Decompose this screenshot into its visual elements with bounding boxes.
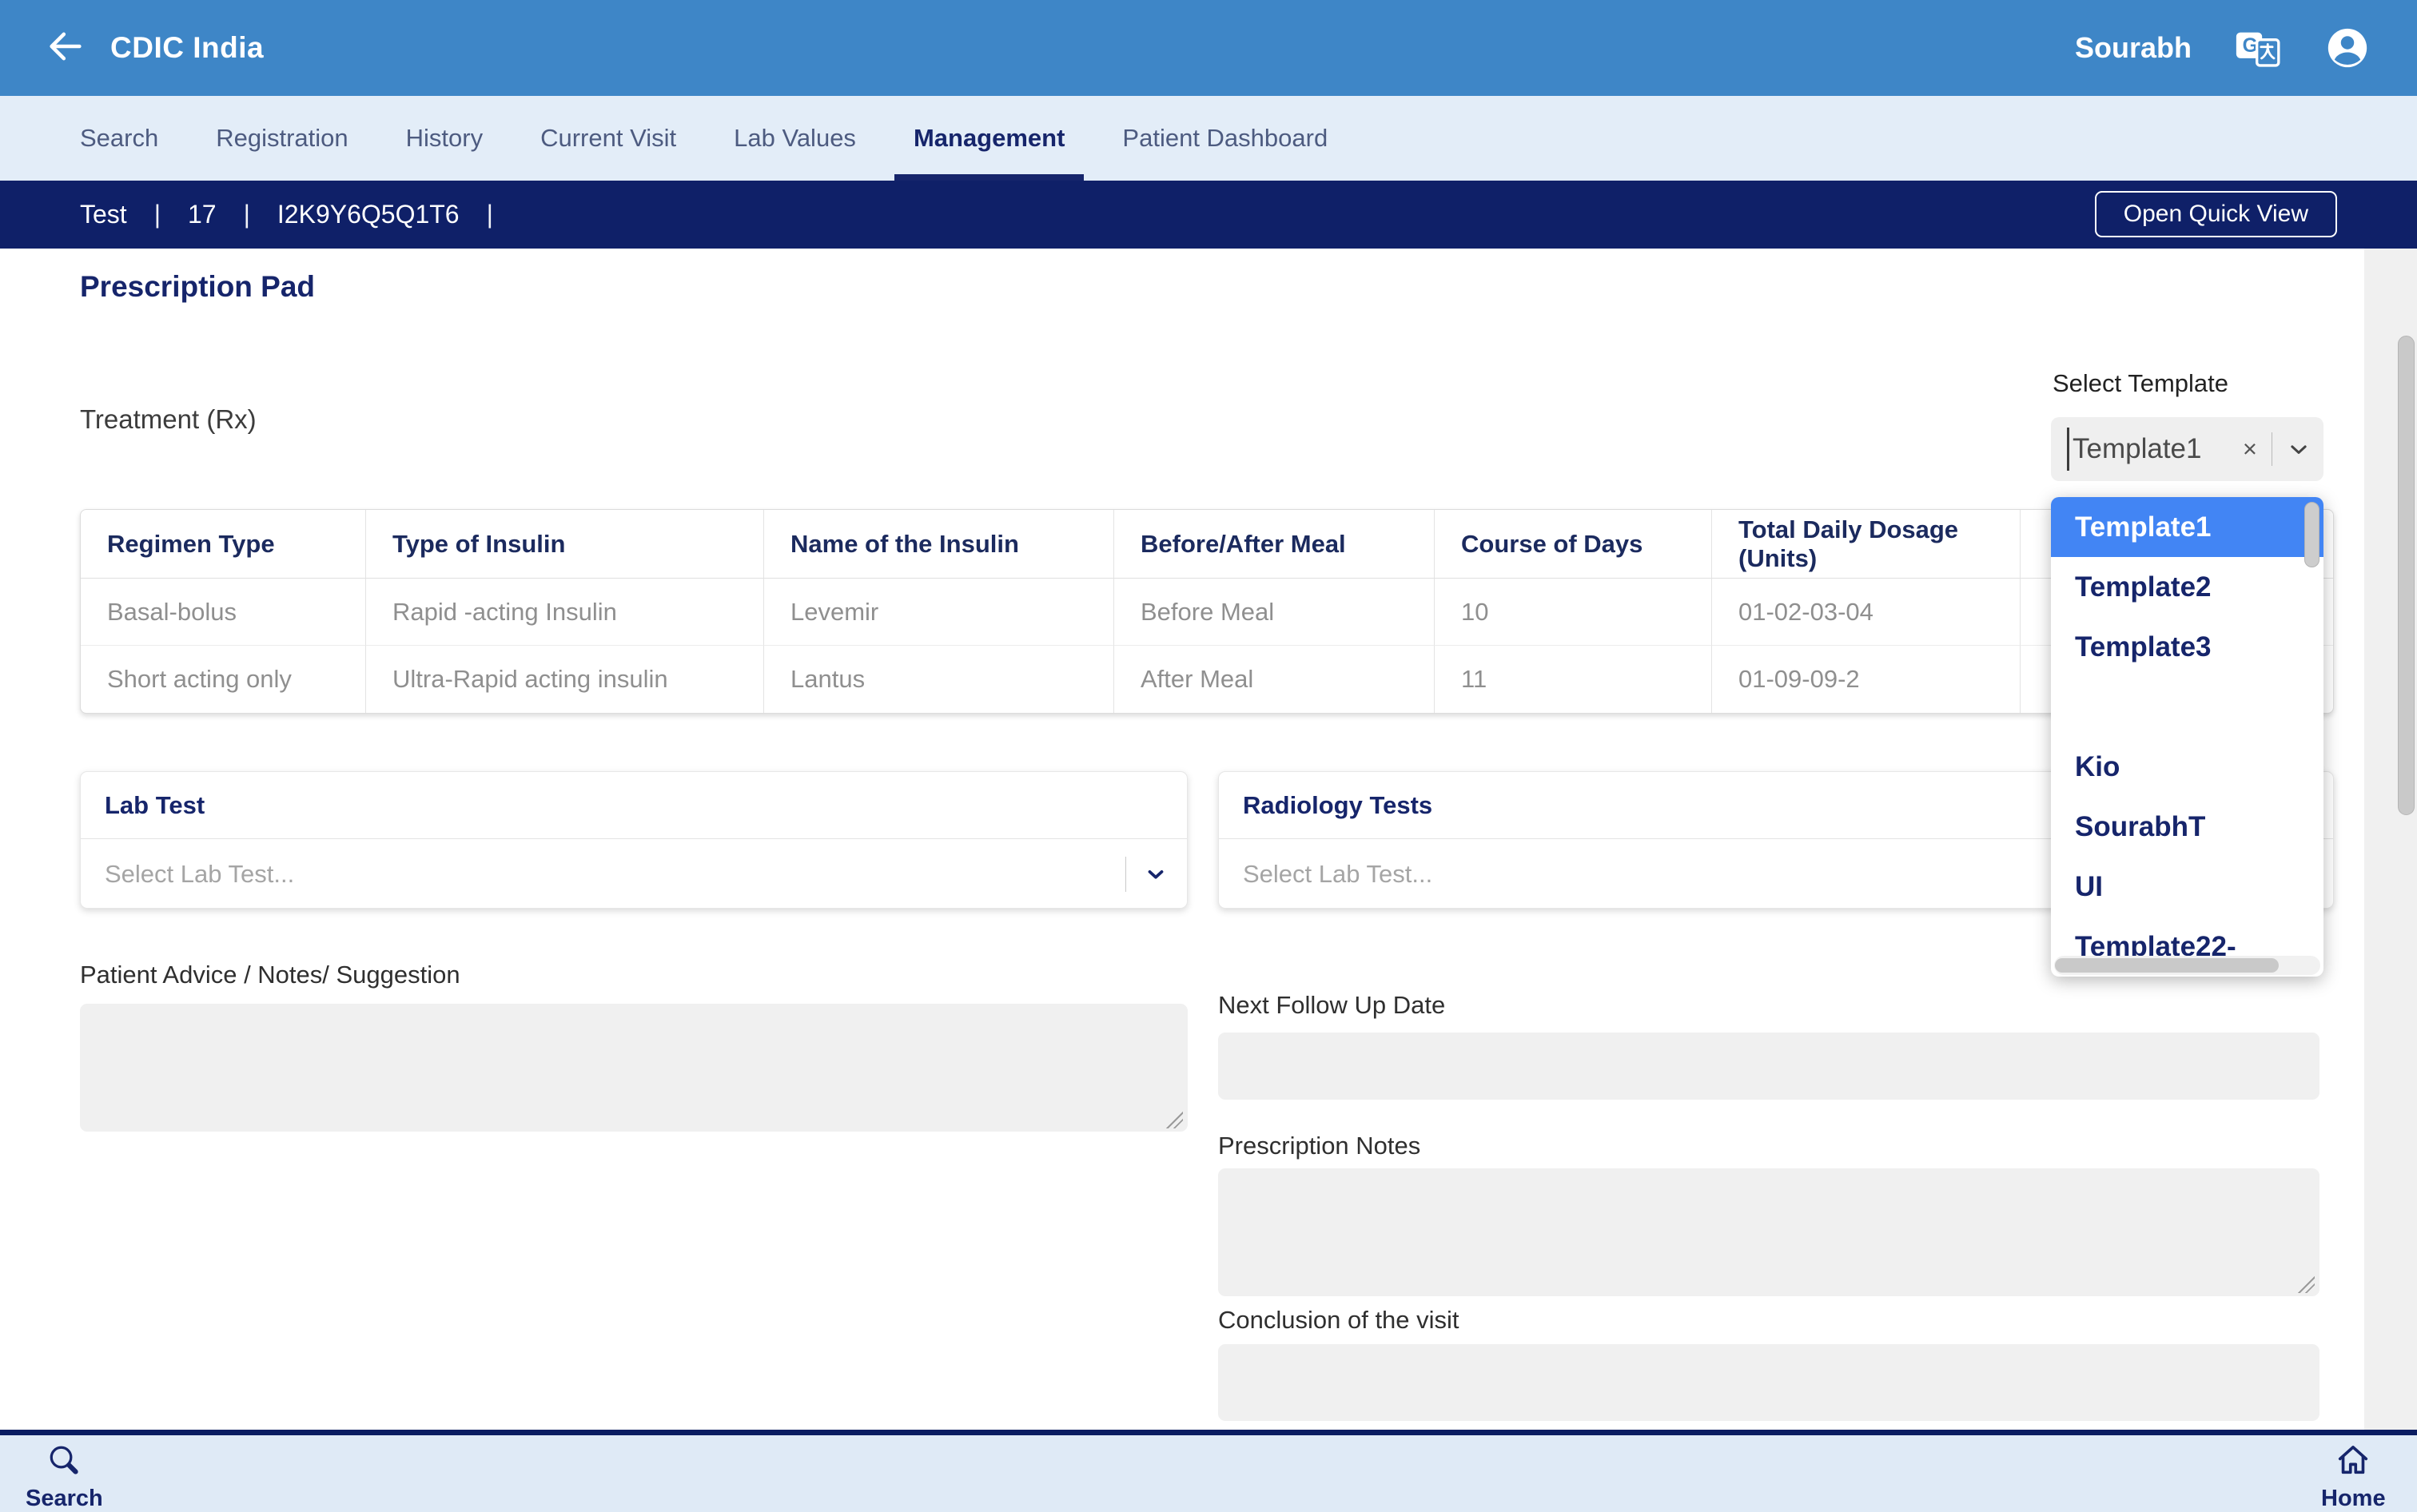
template-select-value: Template1 bbox=[2073, 433, 2201, 465]
search-label: Search bbox=[26, 1486, 103, 1512]
treatment-rx-label: Treatment (Rx) bbox=[80, 404, 257, 435]
dropdown-hscrollbar-thumb[interactable] bbox=[2055, 958, 2279, 973]
open-quick-view-button[interactable]: Open Quick View bbox=[2095, 191, 2337, 237]
home-label: Home bbox=[2321, 1486, 2386, 1512]
lab-test-select[interactable]: Select Lab Test... bbox=[81, 839, 1187, 909]
cell-days: 11 bbox=[1435, 646, 1712, 713]
home-icon bbox=[2335, 1442, 2371, 1482]
search-icon bbox=[46, 1442, 82, 1482]
advice-textarea[interactable] bbox=[80, 1004, 1188, 1132]
dropdown-option-template3[interactable]: Template3 bbox=[2051, 617, 2323, 677]
separator: | bbox=[244, 200, 250, 229]
clear-icon[interactable]: × bbox=[2243, 435, 2257, 464]
patient-age: 17 bbox=[188, 200, 217, 229]
separator: | bbox=[154, 200, 161, 229]
rx-table-body: Basal-bolus Rapid -acting Insulin Levemi… bbox=[81, 579, 2333, 713]
lab-test-title: Lab Test bbox=[81, 772, 1187, 839]
resize-handle-icon[interactable] bbox=[2297, 1275, 2315, 1293]
app-bar: CDIC India Sourabh G bbox=[0, 0, 2417, 96]
rx-table: Regimen Type Type of Insulin Name of the… bbox=[80, 509, 2334, 714]
separator: | bbox=[487, 200, 493, 229]
chevron-down-icon[interactable] bbox=[1144, 862, 1168, 886]
app-bar-right: Sourabh G bbox=[2075, 23, 2417, 73]
template-select[interactable]: Template1 × bbox=[2051, 417, 2323, 481]
dropdown-vscrollbar-thumb[interactable] bbox=[2304, 502, 2319, 567]
back-button[interactable] bbox=[45, 27, 86, 69]
tab-patient-dashboard[interactable]: Patient Dashboard bbox=[1122, 96, 1328, 181]
cell-meal: Before Meal bbox=[1114, 579, 1435, 646]
avatar-icon[interactable] bbox=[2324, 25, 2371, 71]
tab-lab-values[interactable]: Lab Values bbox=[734, 96, 856, 181]
conclusion-input[interactable] bbox=[1218, 1344, 2319, 1421]
nav-tabs: Search Registration History Current Visi… bbox=[0, 96, 2417, 181]
cell-insulin-name: Lantus bbox=[764, 646, 1114, 713]
tab-search[interactable]: Search bbox=[80, 96, 158, 181]
select-template-label: Select Template bbox=[2053, 369, 2228, 398]
conclusion-label: Conclusion of the visit bbox=[1218, 1306, 1459, 1335]
tab-current-visit[interactable]: Current Visit bbox=[540, 96, 676, 181]
dropdown-option-sourabht[interactable]: SourabhT bbox=[2051, 797, 2323, 857]
dropdown-option-ui[interactable]: UI bbox=[2051, 857, 2323, 917]
cell-dosage: 01-09-09-2 bbox=[1712, 646, 2021, 713]
lab-test-placeholder: Select Lab Test... bbox=[105, 860, 294, 889]
patient-id: I2K9Y6Q5Q1T6 bbox=[277, 200, 460, 229]
template-dropdown: Template1 Template2 Template3 Kio Sourab… bbox=[2051, 497, 2323, 977]
bottom-bar: Search Home bbox=[0, 1430, 2417, 1512]
col-course-of-days: Course of Days bbox=[1435, 510, 1712, 579]
dropdown-option-blank[interactable] bbox=[2051, 677, 2323, 737]
chevron-down-icon[interactable] bbox=[2287, 437, 2311, 461]
search-shortcut[interactable]: Search bbox=[26, 1442, 103, 1512]
text-cursor bbox=[2067, 428, 2069, 471]
table-row[interactable]: Short acting only Ultra-Rapid acting ins… bbox=[81, 646, 2333, 713]
username: Sourabh bbox=[2075, 31, 2192, 65]
tab-history[interactable]: History bbox=[406, 96, 483, 181]
cell-insulin-type: Rapid -acting Insulin bbox=[366, 579, 764, 646]
dropdown-option-template1[interactable]: Template1 bbox=[2051, 497, 2323, 557]
col-name-of-insulin: Name of the Insulin bbox=[764, 510, 1114, 579]
svg-text:G: G bbox=[2243, 35, 2258, 57]
dropdown-option-kio[interactable]: Kio bbox=[2051, 737, 2323, 797]
lab-test-card: Lab Test Select Lab Test... bbox=[80, 771, 1188, 909]
cell-insulin-type: Ultra-Rapid acting insulin bbox=[366, 646, 764, 713]
cell-regimen: Basal-bolus bbox=[81, 579, 366, 646]
cell-meal: After Meal bbox=[1114, 646, 1435, 713]
prescription-notes-label: Prescription Notes bbox=[1218, 1132, 1420, 1160]
cell-insulin-name: Levemir bbox=[764, 579, 1114, 646]
cell-dosage: 01-02-03-04 bbox=[1712, 579, 2021, 646]
app-title: CDIC India bbox=[110, 31, 264, 65]
follow-up-input[interactable] bbox=[1218, 1033, 2319, 1100]
cell-regimen: Short acting only bbox=[81, 646, 366, 713]
page-scrollbar-thumb[interactable] bbox=[2398, 336, 2415, 815]
col-before-after-meal: Before/After Meal bbox=[1114, 510, 1435, 579]
follow-up-label: Next Follow Up Date bbox=[1218, 991, 1445, 1020]
prescription-notes-textarea[interactable] bbox=[1218, 1168, 2319, 1296]
home-shortcut[interactable]: Home bbox=[2321, 1442, 2386, 1512]
table-row[interactable]: Basal-bolus Rapid -acting Insulin Levemi… bbox=[81, 579, 2333, 646]
patient-bar: Test | 17 | I2K9Y6Q5Q1T6 | Open Quick Vi… bbox=[0, 181, 2417, 249]
translate-icon[interactable]: G bbox=[2233, 23, 2283, 73]
col-type-of-insulin: Type of Insulin bbox=[366, 510, 764, 579]
tab-management[interactable]: Management bbox=[914, 96, 1065, 181]
col-regimen-type: Regimen Type bbox=[81, 510, 366, 579]
patient-name: Test bbox=[80, 200, 127, 229]
back-arrow-icon bbox=[45, 26, 86, 71]
rx-table-header: Regimen Type Type of Insulin Name of the… bbox=[81, 510, 2333, 579]
dropdown-option-template2[interactable]: Template2 bbox=[2051, 557, 2323, 617]
app-root: CDIC India Sourabh G Search bbox=[0, 0, 2417, 1512]
cell-days: 10 bbox=[1435, 579, 1712, 646]
select-divider bbox=[1125, 857, 1126, 892]
page-title: Prescription Pad bbox=[80, 270, 315, 304]
col-total-daily-dosage: Total Daily Dosage (Units) bbox=[1712, 510, 2021, 579]
advice-label: Patient Advice / Notes/ Suggestion bbox=[80, 961, 460, 989]
radiology-placeholder: Select Lab Test... bbox=[1243, 860, 1432, 889]
tab-registration[interactable]: Registration bbox=[216, 96, 348, 181]
resize-handle-icon[interactable] bbox=[1165, 1111, 1183, 1128]
